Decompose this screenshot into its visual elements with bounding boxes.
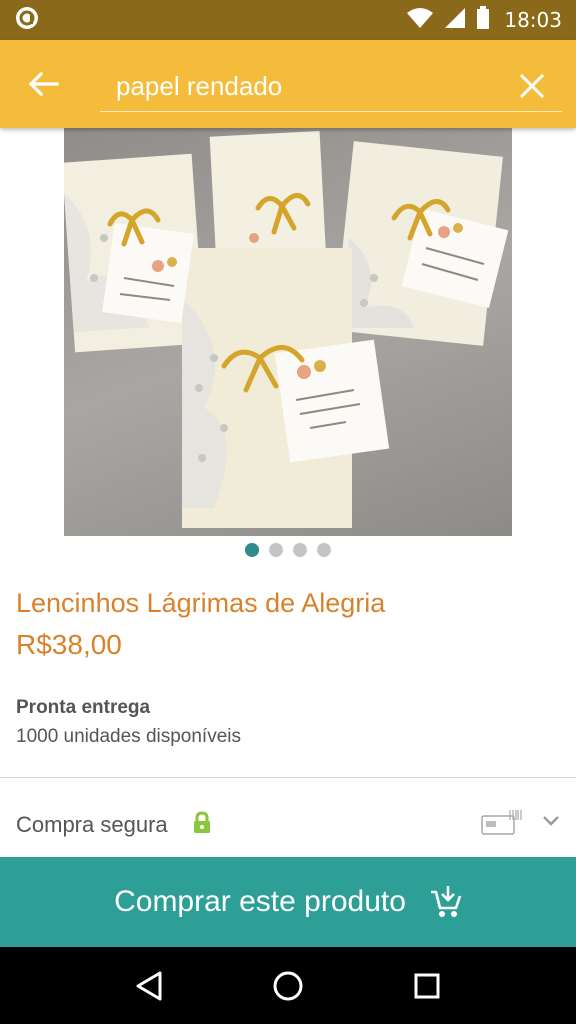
back-triangle-icon (136, 971, 162, 1000)
carousel-dots (0, 543, 576, 559)
nav-home-button[interactable] (258, 956, 318, 1016)
battery-icon (476, 5, 490, 35)
carousel-dot-3[interactable] (293, 543, 307, 557)
payment-card-icon (480, 808, 524, 843)
search-field (100, 62, 562, 112)
app-notification-icon (14, 5, 40, 36)
nav-recents-button[interactable] (397, 956, 457, 1016)
search-toolbar (0, 40, 576, 128)
product-image[interactable] (64, 128, 512, 536)
search-input[interactable] (116, 66, 496, 106)
signal-icon (444, 7, 466, 34)
carousel-dot-1[interactable] (245, 543, 259, 557)
buy-product-button[interactable]: Comprar este produto (0, 857, 576, 947)
wifi-icon (406, 7, 434, 34)
clear-search-button[interactable] (510, 64, 554, 108)
home-circle-icon (273, 971, 303, 1000)
product-price: R$38,00 (16, 629, 122, 660)
system-nav-bar (0, 947, 576, 1024)
lock-icon (192, 811, 212, 840)
status-time: 18:03 (504, 8, 562, 32)
secure-purchase-label: Compra segura (16, 812, 168, 837)
close-icon (520, 74, 544, 98)
arrow-left-icon (29, 72, 59, 96)
status-bar: 18:03 (0, 0, 576, 40)
chevron-down-icon[interactable] (542, 814, 560, 832)
recents-square-icon (414, 973, 440, 998)
divider (0, 777, 576, 778)
cart-add-icon (430, 885, 462, 919)
status-right: 18:03 (406, 5, 562, 35)
product-photo (64, 130, 509, 528)
status-left (14, 5, 40, 36)
back-button[interactable] (0, 40, 88, 128)
buy-button-label: Comprar este produto (114, 885, 406, 918)
nav-back-button[interactable] (119, 956, 179, 1016)
secure-purchase-row[interactable]: Compra segura (0, 790, 576, 856)
carousel-dot-4[interactable] (317, 543, 331, 557)
product-title: Lencinhos Lágrimas de Alegria (16, 588, 386, 618)
availability-label: Pronta entrega (16, 697, 151, 718)
stock-count: 1000 unidades disponíveis (16, 726, 242, 747)
carousel-dot-2[interactable] (269, 543, 283, 557)
